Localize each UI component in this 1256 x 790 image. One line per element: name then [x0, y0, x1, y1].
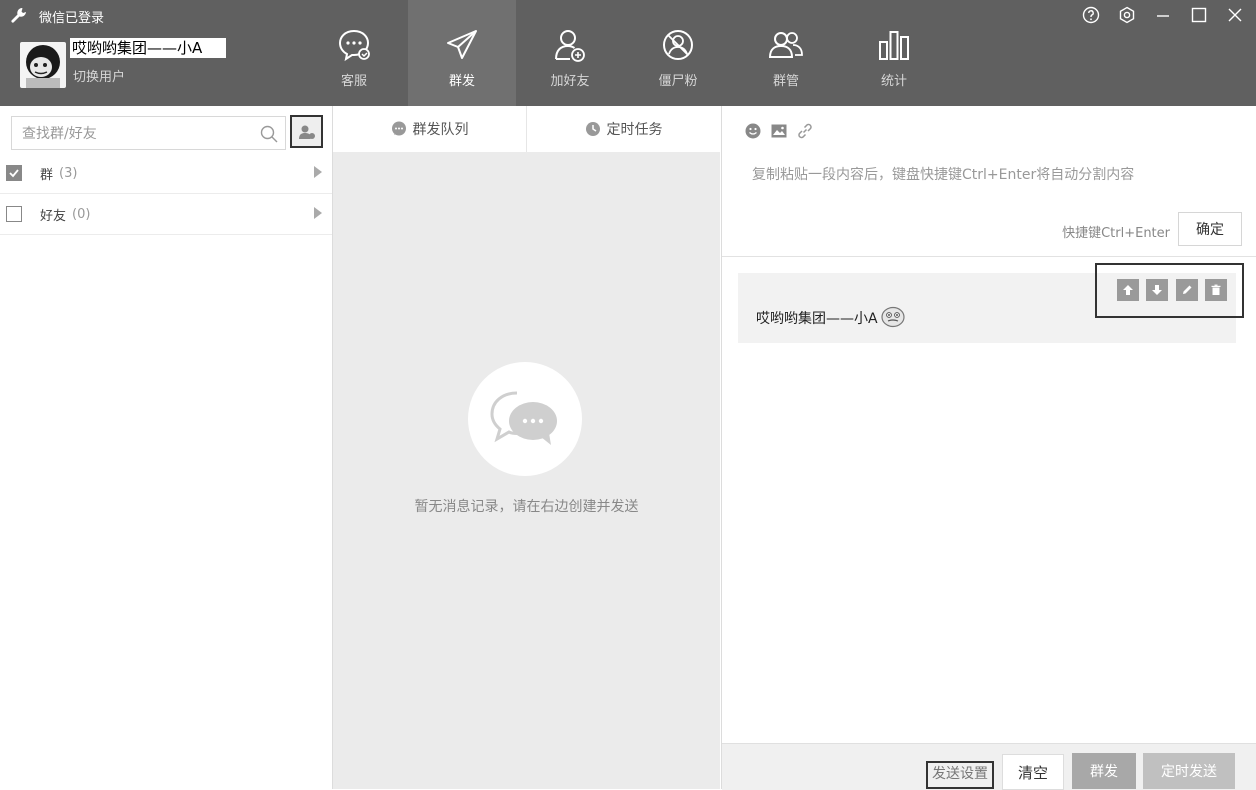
- bar-stats-icon: [879, 31, 909, 60]
- message-content: 哎哟哟集团——小A: [756, 306, 906, 328]
- tree-group-row[interactable]: 群 (3): [0, 153, 332, 194]
- queue-panel: 群发队列 定时任务 暂无消息记录，请在右边创建并发送: [333, 106, 720, 789]
- image-icon[interactable]: [770, 122, 788, 140]
- emoji-icon[interactable]: [744, 122, 762, 140]
- search-input[interactable]: [20, 118, 254, 150]
- maximize-button[interactable]: [1188, 4, 1210, 26]
- chat-bubble-icon: [391, 121, 406, 136]
- compose-hint: 复制粘贴一段内容后，键盘快捷键Ctrl+Enter将自动分割内容: [752, 167, 1135, 183]
- close-icon: [1228, 8, 1242, 22]
- divider: [722, 256, 1256, 257]
- clock-icon: [585, 122, 600, 136]
- chat-service-icon: [338, 29, 370, 62]
- nav-label: 群发: [448, 74, 475, 89]
- pencil-icon: [1183, 285, 1192, 294]
- nav-add-friend[interactable]: 加好友: [516, 0, 624, 106]
- timed-send-button[interactable]: 定时发送: [1143, 753, 1235, 789]
- help-button[interactable]: [1080, 4, 1102, 26]
- compose-panel: 复制粘贴一段内容后，键盘快捷键Ctrl+Enter将自动分割内容 快捷键Ctrl…: [721, 106, 1256, 790]
- tree-label: 群: [40, 167, 54, 183]
- help-icon: [1082, 6, 1100, 24]
- app-title-area: 微信已登录: [9, 6, 104, 26]
- switch-user-link[interactable]: 切换用户: [73, 66, 125, 85]
- tab-label: 群发队列: [412, 122, 469, 138]
- maximize-icon: [1191, 7, 1207, 23]
- user-name: 哎哟哟集团——小A: [70, 38, 227, 58]
- app-title: 微信已登录: [39, 10, 105, 26]
- clear-button[interactable]: 清空: [1002, 754, 1064, 790]
- contact-panel: 群 (3) 好友 (0): [0, 106, 333, 789]
- contact-filter-button[interactable]: [290, 115, 323, 148]
- expand-arrow-icon[interactable]: [314, 166, 322, 178]
- nav-label: 僵尸粉: [658, 74, 698, 89]
- paper-plane-icon: [447, 30, 477, 59]
- tree-friend-row[interactable]: 好友 (0): [0, 194, 332, 235]
- message-actions: [1095, 263, 1244, 318]
- friend-checkbox[interactable]: [6, 206, 22, 222]
- message-text: 哎哟哟集团——小A: [756, 311, 878, 327]
- empty-state-illustration: [468, 362, 582, 476]
- close-button[interactable]: [1224, 4, 1246, 26]
- nav-label: 客服: [340, 74, 367, 89]
- minimize-icon: [1157, 15, 1169, 17]
- search-icon[interactable]: [259, 124, 279, 144]
- group-manage-icon: [768, 32, 803, 58]
- compose-toolbar: [744, 122, 814, 140]
- mass-send-button[interactable]: 群发: [1072, 753, 1136, 789]
- user-settings-icon: [298, 125, 315, 139]
- nav-label: 群管: [772, 74, 799, 89]
- nav-customer-service[interactable]: 客服: [300, 0, 408, 106]
- link-icon[interactable]: [796, 122, 814, 140]
- main-nav: 客服 群发 加好友 僵尸粉 群管 统计: [300, 0, 948, 106]
- nav-statistics[interactable]: 统计: [840, 0, 948, 106]
- group-checkbox[interactable]: [6, 165, 22, 181]
- top-bar: 微信已登录 哎哟哟集团——小A 切换用户 客服 群发 加好友 僵尸粉 群管 统计: [0, 0, 1256, 106]
- expand-arrow-icon[interactable]: [314, 207, 322, 219]
- compose-bottom-bar: 发送设置 清空 群发 定时发送: [722, 743, 1256, 790]
- wrench-icon: [11, 8, 26, 23]
- nav-mass-send[interactable]: 群发: [408, 0, 516, 106]
- window-controls: [1080, 4, 1246, 26]
- emoji-face-icon: [880, 306, 905, 328]
- nav-group-manage[interactable]: 群管: [732, 0, 840, 106]
- minimize-button[interactable]: [1152, 4, 1174, 26]
- nav-label: 统计: [880, 74, 907, 89]
- trash-icon: [1211, 284, 1221, 295]
- empty-state-text: 暂无消息记录，请在右边创建并发送: [414, 499, 639, 515]
- edit-button[interactable]: [1176, 279, 1198, 301]
- queue-tabs: 群发队列 定时任务: [333, 106, 720, 152]
- tree-label: 好友: [40, 208, 67, 224]
- move-up-button[interactable]: [1117, 279, 1139, 301]
- tree-count: (0): [72, 206, 91, 222]
- tab-label: 定时任务: [606, 122, 663, 138]
- zombie-fan-icon: [663, 30, 693, 60]
- avatar[interactable]: [20, 42, 66, 88]
- shortcut-label: 快捷键Ctrl+Enter: [1062, 226, 1170, 241]
- move-down-button[interactable]: [1146, 279, 1168, 301]
- tab-scheduled-tasks[interactable]: 定时任务: [527, 106, 720, 152]
- settings-button[interactable]: [1116, 4, 1138, 26]
- add-friend-icon: [555, 30, 585, 62]
- arrow-down-icon: [1152, 285, 1162, 295]
- nav-label: 加好友: [550, 74, 590, 89]
- tree-count: (3): [59, 165, 78, 181]
- tab-mass-queue[interactable]: 群发队列: [333, 106, 527, 152]
- check-icon: [9, 169, 19, 178]
- arrow-up-icon: [1123, 285, 1133, 295]
- confirm-button[interactable]: 确定: [1178, 212, 1242, 246]
- chat-bubbles-icon: [490, 391, 557, 445]
- send-settings-link[interactable]: 发送设置: [926, 761, 994, 789]
- delete-button[interactable]: [1205, 279, 1227, 301]
- search-box: [11, 116, 286, 150]
- gear-icon: [1119, 6, 1135, 24]
- nav-zombie-fans[interactable]: 僵尸粉: [624, 0, 732, 106]
